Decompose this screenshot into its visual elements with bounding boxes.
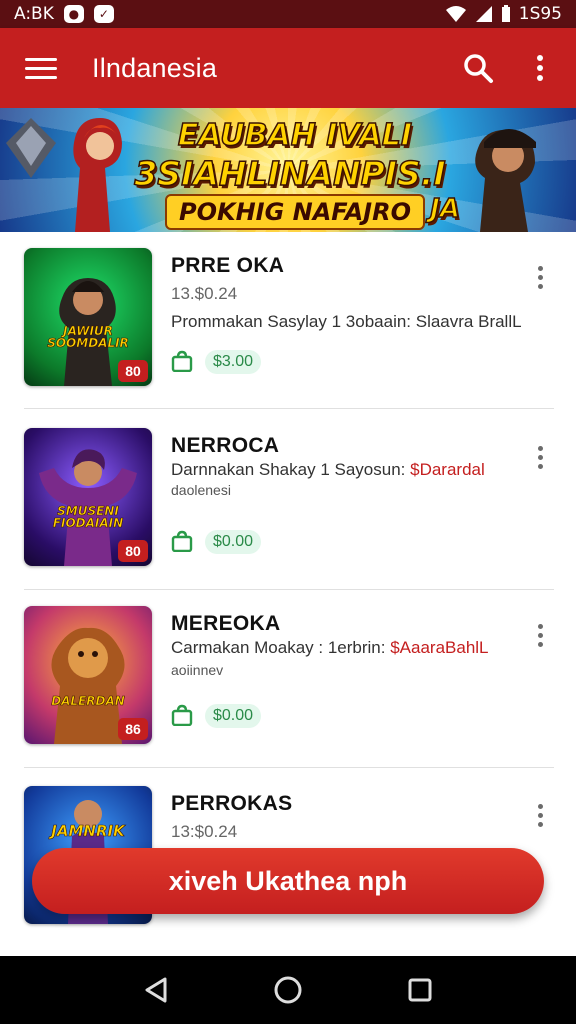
game-badge: 80 — [118, 360, 148, 382]
divider — [24, 408, 554, 409]
primary-action-button[interactable]: xiveh Ukathea nph — [32, 848, 544, 914]
shopping-bag-icon — [171, 704, 193, 726]
divider — [24, 767, 554, 768]
item-title: PERROKAS — [171, 792, 293, 815]
item-extra-text: daolenesi — [171, 482, 231, 498]
promo-banner[interactable]: EAUBAH IVALI 3SIAHLINANPIS.I POKHIG NAFA… — [0, 108, 576, 232]
home-icon[interactable] — [264, 966, 312, 1014]
game-thumbnail[interactable]: SMUSENI FIODAIAIN 80 — [24, 428, 152, 566]
banner-headline-3: POKHIG NAFAJRO — [165, 194, 425, 230]
item-title: NERROCA — [171, 434, 280, 457]
system-navigation-bar — [0, 956, 576, 1024]
item-subtitle: 13.$0.24 — [171, 284, 238, 303]
item-title: PRRE OKA — [171, 254, 285, 277]
item-subtitle: 13:$0.24 — [171, 822, 238, 841]
back-icon[interactable] — [132, 966, 180, 1014]
item-description: Darnnakan Shakay 1 Sayosun: $Darardal — [171, 460, 485, 479]
page-title: Ilndanesia — [92, 52, 218, 83]
signal-icon — [475, 6, 492, 22]
banner-headline-1: EAUBAH IVALI — [177, 117, 413, 154]
recents-icon[interactable] — [396, 966, 444, 1014]
game-logo: SMUSENI FIODAIAIN — [52, 503, 124, 531]
item-description: Carmakan Moakay : 1erbrin: $AaaraBahlL — [171, 638, 489, 657]
game-logo: DALERDAN — [51, 694, 125, 709]
overflow-menu-icon[interactable] — [516, 44, 564, 92]
price-tag[interactable]: $0.00 — [205, 704, 262, 728]
item-description: Prommakan Sasylay 1 3obaain: Slaavra Bra… — [171, 312, 522, 331]
game-logo: JAWIUR SOOMDALIR — [47, 323, 129, 351]
game-badge: 86 — [118, 718, 148, 740]
game-thumbnail[interactable]: JAWIUR SOOMDALIR 80 — [24, 248, 152, 386]
item-title: MEREOKA — [171, 612, 281, 635]
list-item[interactable]: DALERDAN 86 MEREOKA Carmakan Moakay : 1e… — [0, 590, 576, 770]
shopping-bag-icon — [171, 350, 193, 372]
more-options-icon[interactable] — [528, 260, 552, 294]
status-battery-text: 1S95 — [518, 4, 562, 24]
menu-icon[interactable] — [25, 57, 57, 79]
game-logo: JAMNRIK — [51, 822, 125, 840]
game-badge: 80 — [118, 540, 148, 562]
shopping-bag-icon — [171, 530, 193, 552]
more-options-icon[interactable] — [528, 440, 552, 474]
price-tag[interactable]: $0.00 — [205, 530, 262, 554]
notification-icon: ● — [63, 5, 84, 23]
search-icon[interactable] — [454, 44, 502, 92]
banner-headline-2: 3SIAHLINANPIS.I — [134, 153, 447, 194]
banner-gem-icon — [6, 118, 56, 178]
more-options-icon[interactable] — [528, 798, 552, 832]
wifi-icon — [445, 6, 466, 22]
price-tag[interactable]: $3.00 — [205, 350, 262, 374]
list-item[interactable]: JAWIUR SOOMDALIR 80 PRRE OKA 13.$0.24 Pr… — [0, 232, 576, 412]
status-time: A:BK — [14, 4, 54, 24]
list-item[interactable]: SMUSENI FIODAIAIN 80 NERROCA Darnnakan S… — [0, 412, 576, 592]
game-thumbnail[interactable]: DALERDAN 86 — [24, 606, 152, 744]
banner-headline-4: JA — [429, 193, 460, 225]
more-options-icon[interactable] — [528, 618, 552, 652]
notification-icon-2: ✓ — [93, 5, 114, 23]
battery-icon — [501, 5, 510, 22]
status-bar: A:BK ● ✓ 1S95 — [0, 0, 576, 28]
item-extra-text: aoiinnev — [171, 662, 224, 678]
app-bar: Ilndanesia — [0, 28, 576, 108]
